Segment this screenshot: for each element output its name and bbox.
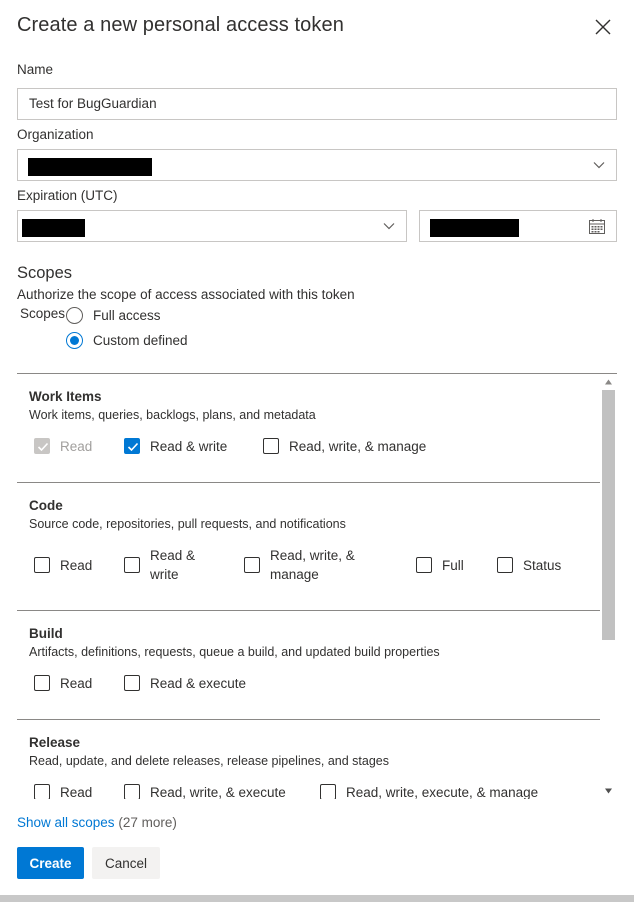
- checkbox-label: Read & write: [150, 438, 228, 454]
- dialog-title: Create a new personal access token: [17, 14, 344, 36]
- checkbox-code-read-write[interactable]: Read & write: [124, 546, 195, 584]
- expiration-date-redacted: [430, 219, 519, 237]
- checkbox-box[interactable]: [124, 557, 140, 573]
- organization-value-redacted: [28, 158, 152, 176]
- show-all-scopes: Show all scopes (27 more): [17, 815, 177, 830]
- checkbox-label: Read: [60, 557, 93, 573]
- checkbox-release-read-write-execute[interactable]: Read, write, & execute: [124, 784, 286, 799]
- chevron-down-icon: [383, 223, 395, 230]
- scroll-up-arrow-icon[interactable]: [604, 379, 613, 385]
- checkbox-label: Read: [60, 438, 93, 454]
- checkbox-code-read[interactable]: Read: [34, 557, 92, 573]
- checkbox-work-items-manage[interactable]: Read, write, & manage: [263, 438, 426, 454]
- checkbox-label: Read & execute: [150, 675, 247, 691]
- checkbox-build-read[interactable]: Read: [34, 675, 92, 691]
- checkbox-box[interactable]: [124, 675, 140, 691]
- checkbox-box[interactable]: [263, 438, 279, 454]
- show-all-scopes-count: (27 more): [118, 815, 177, 830]
- close-button[interactable]: [588, 14, 618, 44]
- scope-title-release: Release: [29, 735, 81, 750]
- checkbox-box[interactable]: [34, 675, 50, 691]
- checkbox-code-status[interactable]: Status: [497, 557, 561, 573]
- checkbox-box[interactable]: [416, 557, 432, 573]
- name-label: Name: [17, 62, 54, 77]
- checkbox-label: Full: [442, 557, 464, 573]
- checkbox-box[interactable]: [124, 438, 140, 454]
- checkmark-icon: [127, 442, 139, 452]
- scopes-heading: Scopes: [17, 264, 73, 282]
- scopes-description: Authorize the scope of access associated…: [17, 287, 355, 302]
- checkbox-label: Read, write, & manage: [270, 546, 355, 584]
- checkbox-code-full[interactable]: Full: [416, 557, 464, 573]
- radio-full-access[interactable]: Full access: [66, 307, 161, 324]
- chevron-down-icon: [593, 162, 605, 169]
- checkbox-label: Read: [60, 675, 93, 691]
- checkbox-box[interactable]: [34, 784, 50, 799]
- scope-title-code: Code: [29, 498, 63, 513]
- checkmark-icon: [37, 442, 49, 452]
- name-input[interactable]: Test for BugGuardian: [17, 88, 617, 120]
- show-all-scopes-link[interactable]: Show all scopes: [17, 815, 115, 830]
- checkbox-label: Read: [60, 784, 93, 800]
- name-input-value: Test for BugGuardian: [29, 96, 157, 111]
- calendar-icon[interactable]: [588, 218, 606, 236]
- checkbox-release-manage[interactable]: Read, write, execute, & manage: [320, 784, 538, 799]
- checkbox-label-line2: manage: [270, 567, 319, 582]
- scope-title-work-items: Work Items: [29, 389, 102, 404]
- checkbox-box[interactable]: [34, 557, 50, 573]
- expiration-date-picker[interactable]: [419, 210, 617, 242]
- expiration-value-redacted: [22, 219, 85, 237]
- cancel-button[interactable]: Cancel: [92, 847, 160, 879]
- checkbox-label-line1: Read &: [150, 548, 196, 563]
- checkbox-box[interactable]: [124, 784, 140, 799]
- scopes-list: Work Items Work items, queries, backlogs…: [17, 373, 617, 799]
- scopes-scrollbar[interactable]: [600, 376, 617, 800]
- expiration-select[interactable]: [17, 210, 407, 242]
- checkbox-work-items-read: Read: [34, 438, 92, 454]
- radio-custom-defined[interactable]: Custom defined: [66, 332, 188, 349]
- checkbox-label: Read, write, execute, & manage: [346, 784, 539, 800]
- checkbox-label: Read, write, & execute: [150, 784, 286, 800]
- checkbox-build-read-execute[interactable]: Read & execute: [124, 675, 246, 691]
- scope-desc-release: Read, update, and delete releases, relea…: [29, 754, 389, 768]
- organization-select[interactable]: [17, 149, 617, 181]
- checkbox-box[interactable]: [320, 784, 336, 799]
- checkbox-box[interactable]: [244, 557, 260, 573]
- checkbox-label: Read, write, & manage: [289, 438, 427, 454]
- scope-divider: [17, 482, 600, 483]
- scope-divider: [17, 610, 600, 611]
- checkbox-label: Read & write: [150, 546, 195, 584]
- radio-custom-defined-label: Custom defined: [93, 333, 188, 348]
- checkbox-box[interactable]: [497, 557, 513, 573]
- organization-label: Organization: [17, 127, 94, 142]
- scope-title-build: Build: [29, 626, 63, 641]
- radio-button[interactable]: [66, 307, 83, 324]
- scopes-radio-label: Scopes: [20, 306, 66, 321]
- close-icon: [595, 19, 611, 35]
- scroll-thumb[interactable]: [602, 390, 615, 640]
- radio-full-access-label: Full access: [93, 308, 161, 323]
- scope-desc-work-items: Work items, queries, backlogs, plans, an…: [29, 408, 316, 422]
- checkbox-work-items-read-write[interactable]: Read & write: [124, 438, 227, 454]
- checkbox-label-line1: Read, write, &: [270, 548, 355, 563]
- scope-divider: [17, 719, 600, 720]
- panel-shadow: [0, 895, 634, 902]
- checkbox-code-manage[interactable]: Read, write, & manage: [244, 546, 355, 584]
- radio-button-selected[interactable]: [66, 332, 83, 349]
- scope-desc-code: Source code, repositories, pull requests…: [29, 517, 346, 531]
- checkbox-label: Status: [523, 557, 562, 573]
- checkbox-box: [34, 438, 50, 454]
- checkbox-label-line2: write: [150, 567, 179, 582]
- token-dialog: Create a new personal access token Name …: [0, 0, 634, 895]
- create-button[interactable]: Create: [17, 847, 84, 879]
- checkbox-release-read[interactable]: Read: [34, 784, 92, 799]
- scroll-down-arrow-icon[interactable]: [604, 788, 613, 794]
- expiration-label: Expiration (UTC): [17, 188, 118, 203]
- scope-desc-build: Artifacts, definitions, requests, queue …: [29, 645, 440, 659]
